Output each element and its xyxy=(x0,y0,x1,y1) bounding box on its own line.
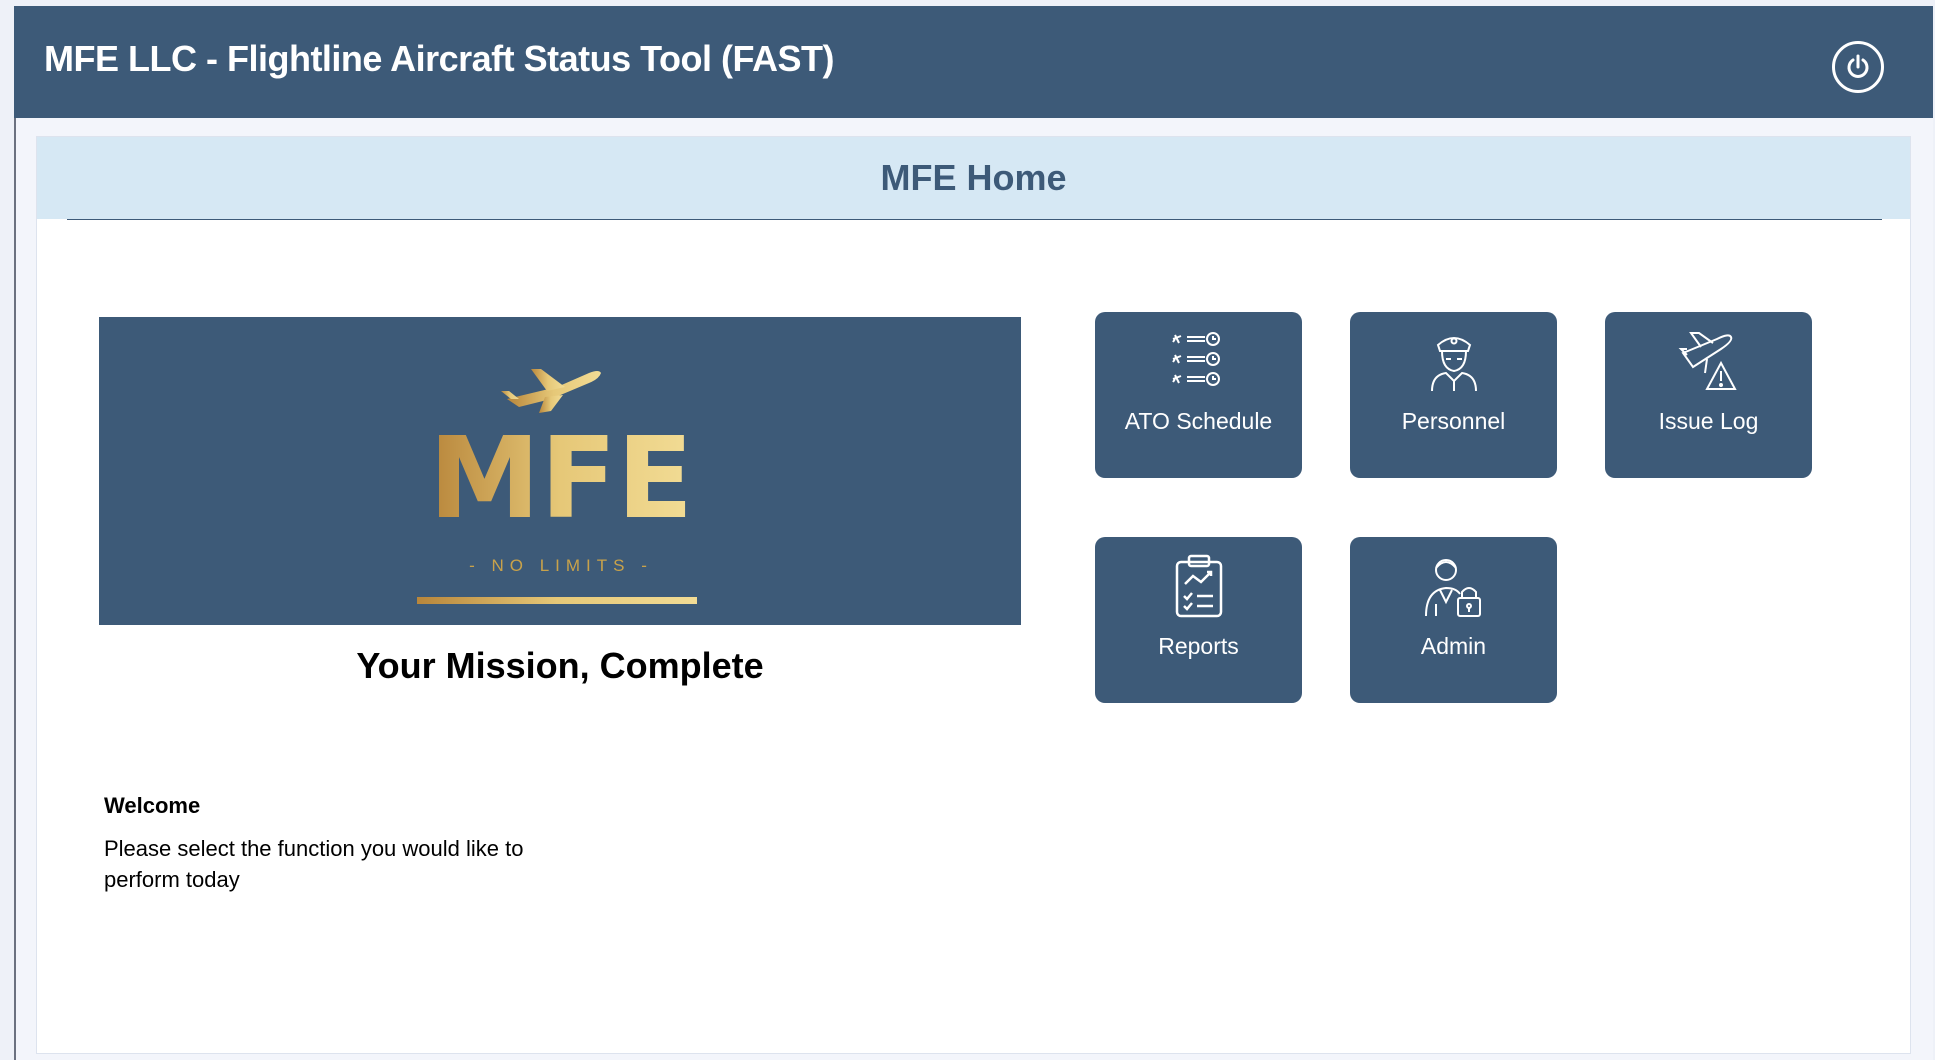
tile-label: Personnel xyxy=(1401,408,1506,434)
tile-issue-log[interactable]: Issue Log xyxy=(1605,312,1812,478)
welcome-message: Please select the function you would lik… xyxy=(104,836,524,892)
pilot-icon xyxy=(1430,337,1477,392)
app-title: MFE LLC - Flightline Aircraft Status Too… xyxy=(44,38,834,79)
tile-label: Reports xyxy=(1158,633,1239,659)
logo-text: MFE xyxy=(429,414,693,544)
clipboard-chart-icon xyxy=(1175,554,1222,618)
home-card: MFE Home MFE - NO LIMITS - Your Mission,… xyxy=(36,136,1911,1054)
tile-label: ATO Schedule xyxy=(1124,408,1273,434)
page-title: MFE Home xyxy=(880,157,1067,198)
mfe-logo: MFE - NO LIMITS - xyxy=(417,369,697,604)
plane-warning-icon xyxy=(1678,332,1737,390)
airplane-icon xyxy=(501,369,601,413)
tile-reports[interactable]: Reports xyxy=(1095,537,1302,703)
admin-lock-icon xyxy=(1424,559,1481,617)
header-divider xyxy=(67,219,1882,220)
power-icon xyxy=(1847,54,1869,78)
tile-personnel[interactable]: Personnel xyxy=(1350,312,1557,478)
tile-ato-schedule[interactable]: ATO Schedule xyxy=(1095,312,1302,478)
welcome-heading: Welcome xyxy=(104,793,201,818)
tile-label: Admin xyxy=(1420,633,1487,659)
schedule-icon xyxy=(1171,332,1220,386)
mfe-banner: MFE - NO LIMITS - xyxy=(99,317,1021,625)
page-header: MFE Home xyxy=(37,137,1910,219)
power-button[interactable] xyxy=(1832,41,1884,93)
tile-label: Issue Log xyxy=(1658,408,1759,434)
logo-tagline: - NO LIMITS - xyxy=(469,556,653,575)
mission-tagline: Your Mission, Complete xyxy=(356,645,764,686)
tile-admin[interactable]: Admin xyxy=(1350,537,1557,703)
top-bar: MFE LLC - Flightline Aircraft Status Too… xyxy=(14,6,1933,118)
